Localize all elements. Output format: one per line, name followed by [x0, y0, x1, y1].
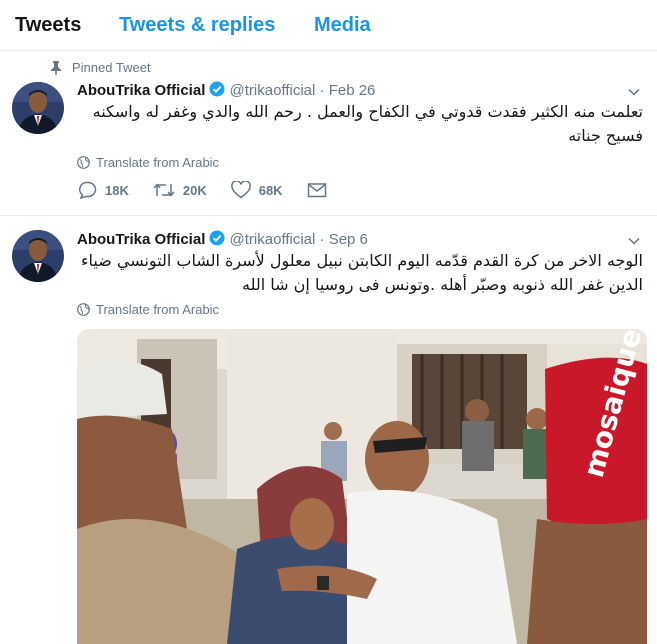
retweet-button[interactable]: 20K [153, 182, 207, 198]
retweet-icon [153, 183, 175, 197]
photo-image: mosaique fm [77, 329, 647, 644]
pinned-label: Pinned Tweet [72, 60, 151, 75]
user-handle[interactable]: @trikaofficial [230, 231, 316, 248]
avatar[interactable] [12, 82, 64, 134]
user-handle[interactable]: @trikaofficial [230, 82, 316, 99]
tweet-header: AbouTrika Official @trikaofficial · Sep … [77, 230, 368, 248]
separator-dot: · [319, 231, 325, 248]
message-button[interactable] [307, 182, 327, 198]
like-button[interactable]: 68K [230, 181, 283, 199]
translate-link[interactable]: Translate from Arabic [77, 155, 219, 170]
tweet-actions: 18K 20K 68K [77, 181, 351, 199]
tweet-text: الوجه الاخر من كرة القدم قدّمه اليوم الك… [77, 249, 643, 297]
tweet-date[interactable]: Sep 6 [329, 231, 368, 248]
globe-icon [77, 156, 90, 169]
chevron-down-icon[interactable] [627, 234, 641, 248]
verified-icon [209, 81, 225, 97]
pinned-indicator: Pinned Tweet [50, 60, 151, 75]
pin-icon [51, 60, 61, 75]
tweet-text-line: الدين غفر الله ذنوبه وصبّر أهله .وتونس ف… [242, 275, 643, 294]
translate-label[interactable]: Translate from Arabic [96, 302, 219, 317]
separator-dot: · [319, 82, 325, 99]
envelope-icon [307, 183, 326, 198]
tweet-text-line: الوجه الاخر من كرة القدم قدّمه اليوم الك… [80, 251, 643, 270]
tweet-photo[interactable]: mosaique fm [77, 329, 647, 644]
tab-media[interactable]: Media [314, 14, 371, 37]
tweet-text: تعلمت منه الكثير فقدت قدوتي في الكفاح وا… [77, 100, 643, 148]
globe-icon [77, 303, 90, 316]
tweet-text-line: فسيح جناته [568, 126, 643, 145]
reply-icon [78, 181, 97, 199]
tweet-header: AbouTrika Official @trikaofficial · Feb … [77, 81, 375, 99]
display-name[interactable]: AbouTrika Official [77, 82, 205, 99]
like-count: 68K [258, 182, 283, 198]
reply-button[interactable]: 18K [77, 181, 129, 199]
tweet-date[interactable]: Feb 26 [329, 82, 376, 99]
tab-tweets-and-replies[interactable]: Tweets & replies [119, 14, 275, 37]
heart-icon [230, 181, 251, 199]
tweet-text-line: تعلمت منه الكثير فقدت قدوتي في الكفاح وا… [92, 102, 643, 121]
profile-tabs: Tweets Tweets & replies Media [0, 0, 657, 51]
display-name[interactable]: AbouTrika Official [77, 231, 205, 248]
translate-link[interactable]: Translate from Arabic [77, 302, 219, 317]
chevron-down-icon[interactable] [627, 85, 641, 99]
tab-tweets[interactable]: Tweets [15, 14, 81, 37]
translate-label[interactable]: Translate from Arabic [96, 155, 219, 170]
verified-icon [209, 230, 225, 246]
retweet-count: 20K [182, 182, 207, 198]
reply-count: 18K [105, 182, 129, 198]
avatar[interactable] [12, 230, 64, 282]
